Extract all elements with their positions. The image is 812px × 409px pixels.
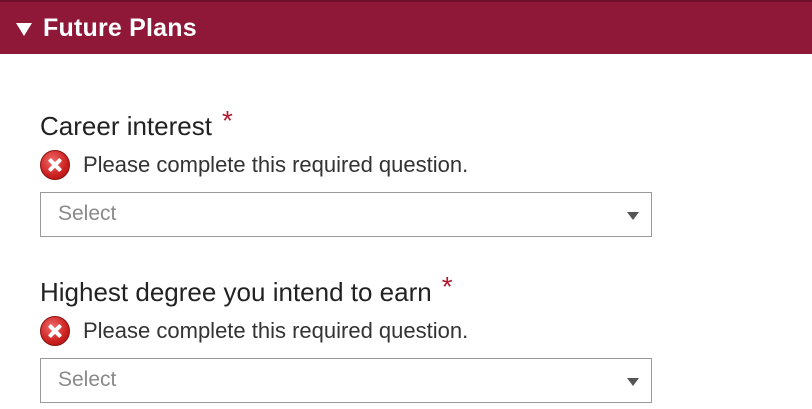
error-message-row: Please complete this required question. [40, 148, 652, 182]
future-plans-section-header[interactable]: Future Plans [0, 0, 812, 54]
question-label-row: Career interest * [40, 105, 652, 146]
required-asterisk: * [221, 105, 233, 136]
career-interest-question: Career interest * Please complete this r… [40, 105, 652, 237]
error-message-row: Please complete this required question. [40, 314, 652, 348]
career-interest-select[interactable]: Select [40, 192, 652, 237]
career-interest-label: Career interest [40, 111, 212, 141]
highest-degree-question: Highest degree you intend to earn * Plea… [40, 271, 652, 403]
required-asterisk: * [441, 271, 453, 302]
caret-down-icon [627, 212, 639, 220]
question-label-row: Highest degree you intend to earn * [40, 271, 652, 312]
section-title: Future Plans [43, 13, 197, 42]
highest-degree-label: Highest degree you intend to earn [40, 277, 432, 307]
error-x-icon [40, 316, 70, 346]
highest-degree-select[interactable]: Select [40, 358, 652, 403]
select-value: Select [58, 368, 117, 391]
select-value: Select [58, 202, 117, 225]
triangle-down-icon [16, 22, 32, 36]
error-message: Please complete this required question. [83, 152, 469, 177]
error-message: Please complete this required question. [83, 318, 469, 343]
caret-down-icon [627, 378, 639, 386]
error-x-icon [40, 150, 70, 180]
